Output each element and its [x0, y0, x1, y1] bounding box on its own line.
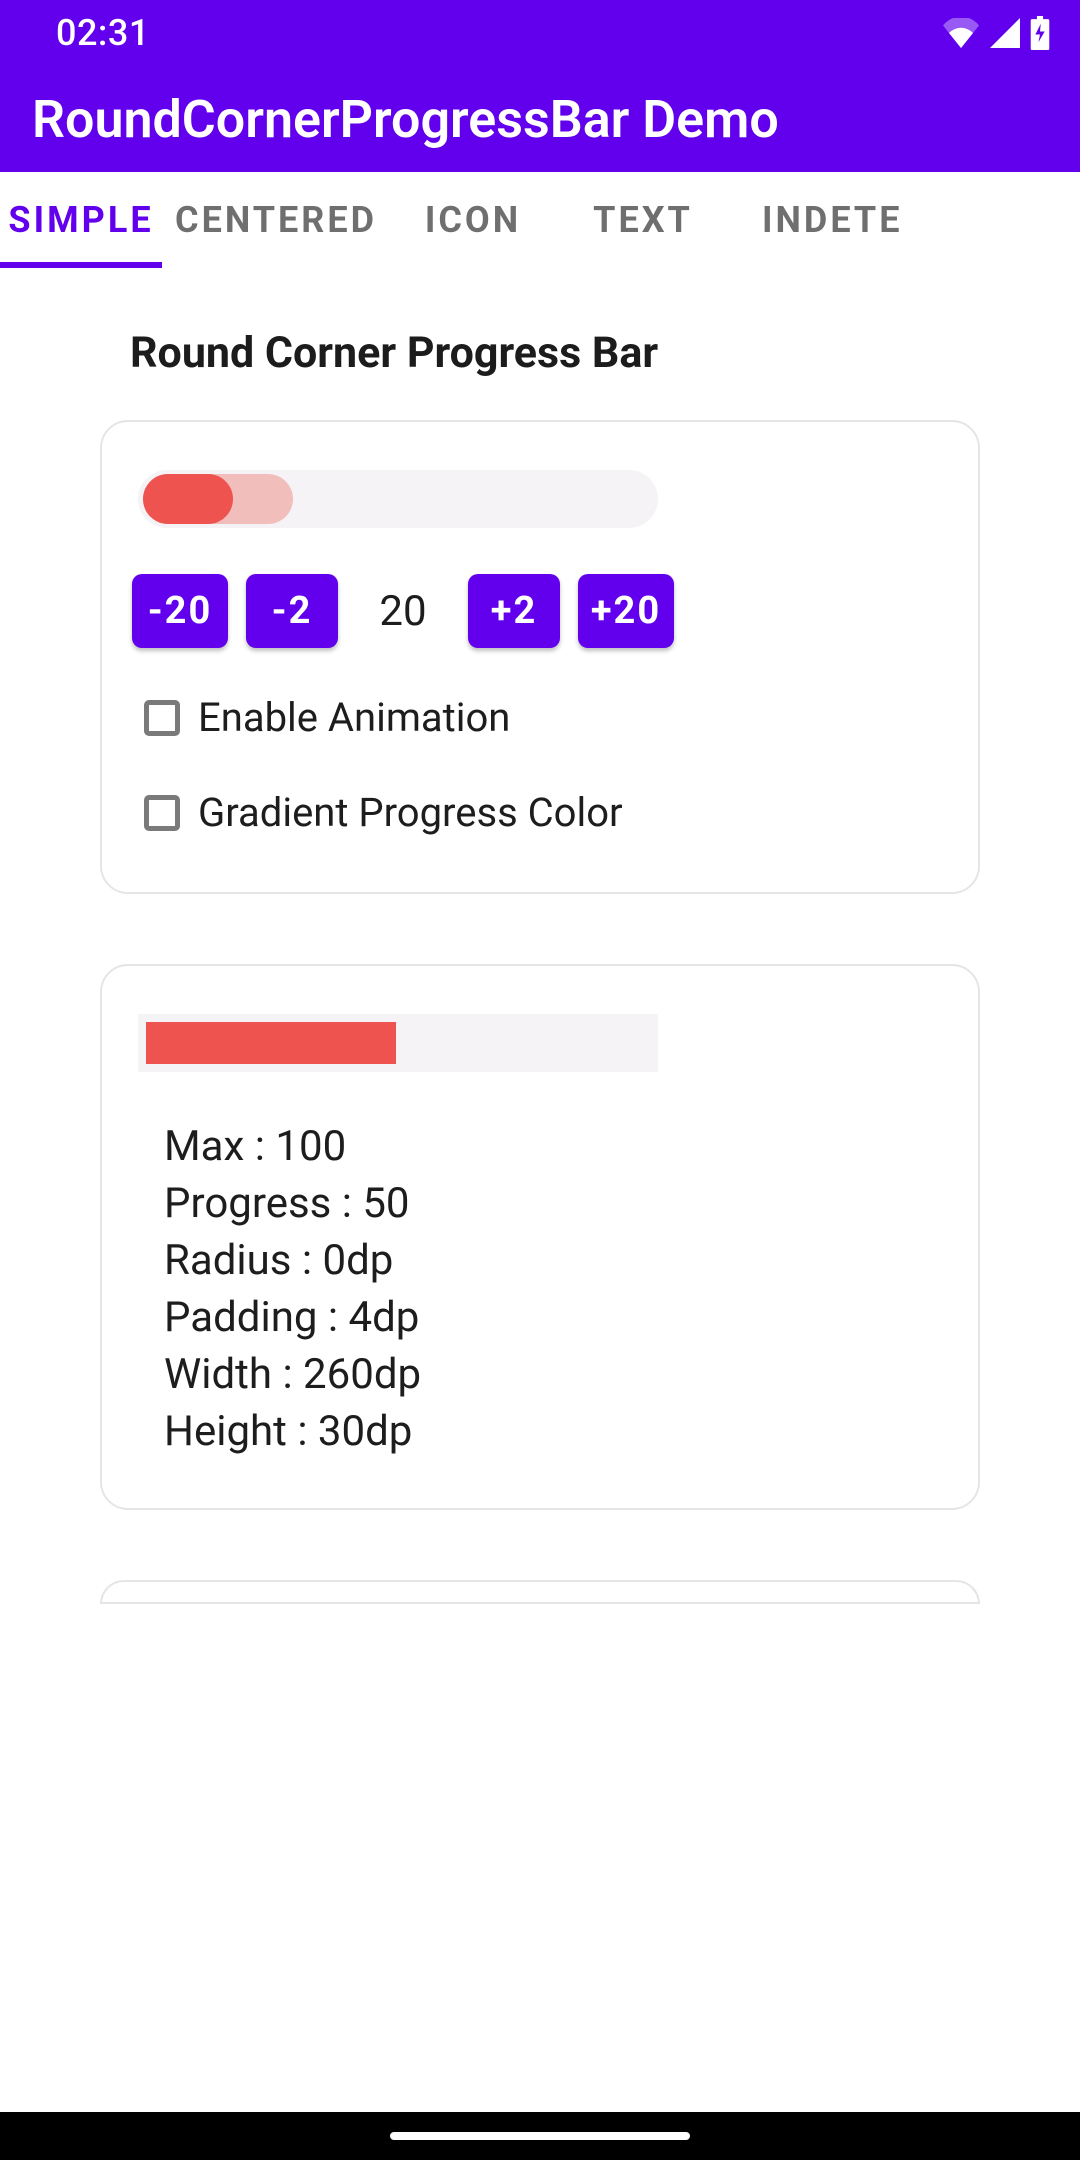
progress-primary [143, 474, 233, 524]
btn-plus-2[interactable]: +2 [468, 574, 560, 648]
btn-minus-20[interactable]: -20 [132, 574, 228, 648]
checkbox-gradient-color[interactable] [144, 795, 180, 831]
info-height: Height : 30dp [164, 1407, 948, 1456]
tab-bar: SIMPLE CENTERED ICON TEXT INDETE [0, 172, 1080, 268]
app-title: RoundCornerProgressBar Demo [32, 89, 779, 150]
tab-centered[interactable]: CENTERED [162, 172, 366, 268]
progress-bar-2 [138, 1014, 658, 1072]
content-area[interactable]: Round Corner Progress Bar -20 -2 20 +2 +… [0, 268, 1080, 2112]
info-width: Width : 260dp [164, 1350, 948, 1399]
tab-indeterminate[interactable]: INDETE [706, 172, 926, 268]
section-heading: Round Corner Progress Bar [130, 328, 980, 378]
status-time: 02:31 [56, 12, 150, 54]
signal-icon [988, 18, 1022, 48]
controls-row: -20 -2 20 +2 +20 [132, 574, 948, 648]
checkbox-row-animation[interactable]: Enable Animation [144, 694, 948, 741]
wifi-icon [942, 18, 980, 48]
progress-primary-2 [146, 1022, 396, 1064]
btn-plus-20[interactable]: +20 [578, 574, 674, 648]
checkbox-row-gradient[interactable]: Gradient Progress Color [144, 789, 948, 836]
checkbox-label-gradient: Gradient Progress Color [198, 789, 623, 836]
tab-text[interactable]: TEXT [536, 172, 706, 268]
app-bar: RoundCornerProgressBar Demo [0, 66, 1080, 172]
info-list: Max : 100 Progress : 50 Radius : 0dp Pad… [164, 1122, 948, 1456]
info-radius: Radius : 0dp [164, 1236, 948, 1285]
progress-card-2: Max : 100 Progress : 50 Radius : 0dp Pad… [100, 964, 980, 1510]
tab-icon[interactable]: ICON [366, 172, 536, 268]
checkbox-enable-animation[interactable] [144, 700, 180, 736]
progress-bar-1 [138, 470, 658, 528]
status-icons [942, 16, 1050, 50]
progress-card-3-partial [100, 1580, 980, 1604]
nav-handle[interactable] [390, 2132, 690, 2140]
info-padding: Padding : 4dp [164, 1293, 948, 1342]
info-progress: Progress : 50 [164, 1179, 948, 1228]
tab-simple[interactable]: SIMPLE [0, 172, 162, 268]
checkbox-label-animation: Enable Animation [198, 694, 510, 741]
battery-icon [1030, 16, 1050, 50]
status-bar: 02:31 [0, 0, 1080, 66]
progress-card-1: -20 -2 20 +2 +20 Enable Animation Gradie… [100, 420, 980, 894]
progress-value: 20 [356, 587, 450, 636]
btn-minus-2[interactable]: -2 [246, 574, 338, 648]
info-max: Max : 100 [164, 1122, 948, 1171]
navigation-bar[interactable] [0, 2112, 1080, 2160]
